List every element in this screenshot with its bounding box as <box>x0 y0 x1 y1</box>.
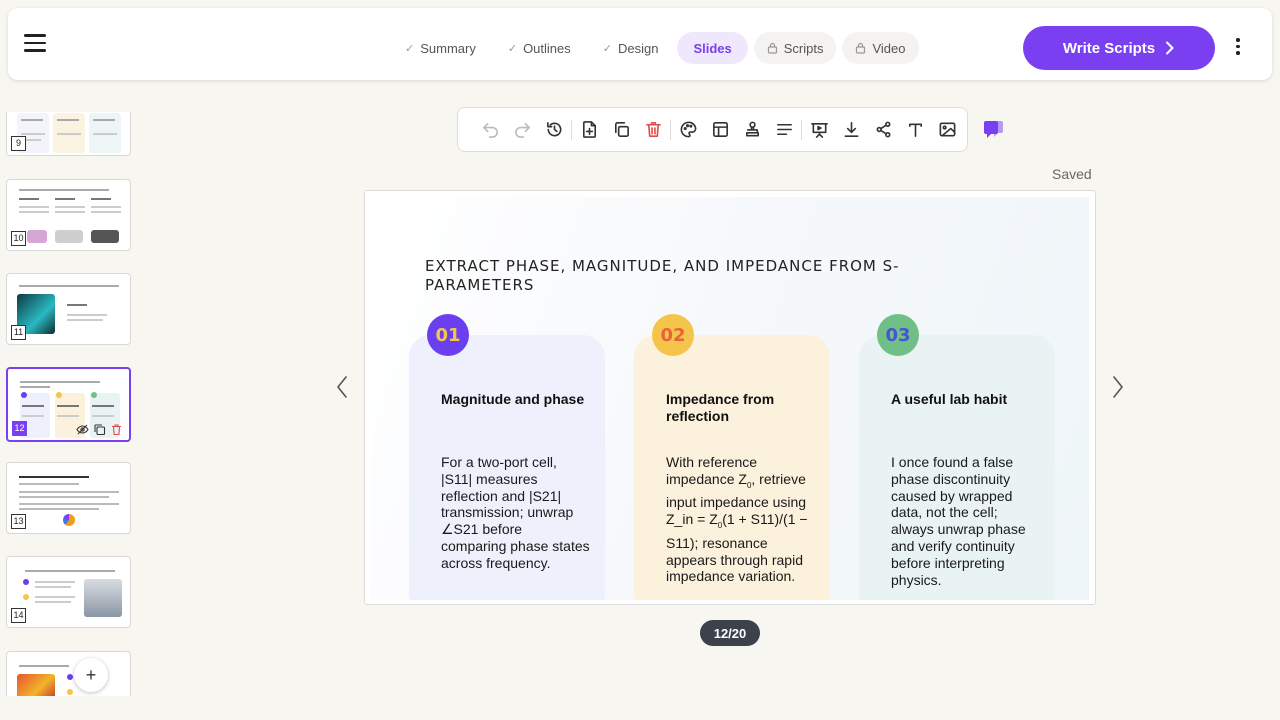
delete-icon[interactable] <box>637 114 669 146</box>
slide-thumbnail[interactable]: 9 <box>6 112 131 156</box>
slide-number: 12 <box>12 421 27 436</box>
slide-number: 11 <box>11 325 26 340</box>
card-number-badge: 03 <box>877 314 919 356</box>
duplicate-icon[interactable] <box>93 423 106 436</box>
thumbnail-actions <box>76 423 123 436</box>
align-icon[interactable] <box>768 114 800 146</box>
step-slides[interactable]: Slides <box>677 32 748 64</box>
toolbar-divider <box>571 119 572 140</box>
slide-number: 9 <box>11 136 26 151</box>
card-body[interactable]: For a two-port cell, |S11| measures refl… <box>441 454 591 572</box>
step-label: Outlines <box>523 40 571 56</box>
step-summary[interactable]: ✓ Summary <box>392 32 489 64</box>
toolbar-divider <box>670 119 671 140</box>
slide-thumbnail-list[interactable]: 9 10 11 12 13 14 <box>0 112 140 696</box>
card-number-badge: 01 <box>427 314 469 356</box>
write-scripts-label: Write Scripts <box>1062 39 1156 57</box>
card-body[interactable]: I once found a false phase discontinuity… <box>891 454 1041 588</box>
ai-chat-icon[interactable] <box>982 118 1004 140</box>
slide-canvas[interactable]: EXTRACT PHASE, MAGNITUDE, AND IMPEDANCE … <box>364 190 1096 605</box>
previous-slide-icon[interactable] <box>334 374 350 400</box>
history-icon[interactable] <box>538 114 570 146</box>
step-label: Scripts <box>783 40 824 56</box>
image-icon[interactable] <box>931 114 963 146</box>
step-label: Design <box>617 40 659 56</box>
slide-thumbnail[interactable]: 11 <box>6 273 131 345</box>
hide-slide-icon[interactable] <box>76 423 89 436</box>
body-text: With reference impedance Z <box>666 454 758 487</box>
stamp-icon[interactable] <box>736 114 768 146</box>
add-slide-button[interactable]: + <box>74 658 108 692</box>
download-icon[interactable] <box>835 114 867 146</box>
slide-number: 13 <box>11 514 26 529</box>
editor-toolbar <box>457 107 968 152</box>
check-icon: ✓ <box>405 42 415 55</box>
step-video[interactable]: Video <box>842 32 919 64</box>
save-status: Saved <box>1052 166 1092 182</box>
slide-content: EXTRACT PHASE, MAGNITUDE, AND IMPEDANCE … <box>371 197 1089 600</box>
step-label: Slides <box>693 40 732 56</box>
present-icon[interactable] <box>803 114 835 146</box>
layout-icon[interactable] <box>704 114 736 146</box>
workflow-steps: ✓ Summary ✓ Outlines ✓ Design Slides Scr… <box>392 32 919 64</box>
menu-icon[interactable] <box>24 34 46 54</box>
card-title[interactable]: Magnitude and phase <box>441 391 601 408</box>
slide-thumbnail[interactable]: 14 <box>6 556 131 628</box>
top-bar: ✓ Summary ✓ Outlines ✓ Design Slides Scr… <box>8 8 1272 80</box>
delete-icon[interactable] <box>110 423 123 436</box>
slide-thumbnail[interactable]: 13 <box>6 462 131 534</box>
lock-icon <box>767 42 778 54</box>
share-icon[interactable] <box>867 114 899 146</box>
card-body[interactable]: With reference impedance Z0, retrieve in… <box>666 454 816 585</box>
step-outlines[interactable]: ✓ Outlines <box>495 32 584 64</box>
next-slide-icon[interactable] <box>1110 374 1126 400</box>
step-design[interactable]: ✓ Design <box>590 32 672 64</box>
text-icon[interactable] <box>899 114 931 146</box>
card-title[interactable]: A useful lab habit <box>891 391 1051 408</box>
lock-icon <box>855 42 866 54</box>
write-scripts-button[interactable]: Write Scripts <box>1023 26 1215 70</box>
redo-icon[interactable] <box>506 114 538 146</box>
theme-palette-icon[interactable] <box>672 114 704 146</box>
slide-number: 10 <box>11 231 26 246</box>
slide-thumbnail[interactable]: 10 <box>6 179 131 251</box>
step-scripts[interactable]: Scripts <box>753 32 837 64</box>
slide-number: 14 <box>11 608 26 623</box>
more-options-icon[interactable] <box>1230 38 1246 58</box>
step-label: Video <box>872 40 906 56</box>
check-icon: ✓ <box>602 42 612 55</box>
slide-page-indicator: 12/20 <box>700 620 760 646</box>
card-number-badge: 02 <box>652 314 694 356</box>
slide-thumbnail-current[interactable]: 12 <box>6 367 131 442</box>
undo-icon[interactable] <box>474 114 506 146</box>
check-icon: ✓ <box>507 42 518 55</box>
toolbar-divider <box>801 119 802 140</box>
add-slide-icon[interactable] <box>573 114 605 146</box>
duplicate-icon[interactable] <box>605 114 637 146</box>
slide-thumbnail[interactable] <box>6 651 131 696</box>
chevron-right-icon <box>1166 41 1174 55</box>
step-label: Summary <box>420 40 476 56</box>
card-title[interactable]: Impedance from reflection <box>666 391 826 425</box>
slide-title[interactable]: EXTRACT PHASE, MAGNITUDE, AND IMPEDANCE … <box>425 257 965 295</box>
